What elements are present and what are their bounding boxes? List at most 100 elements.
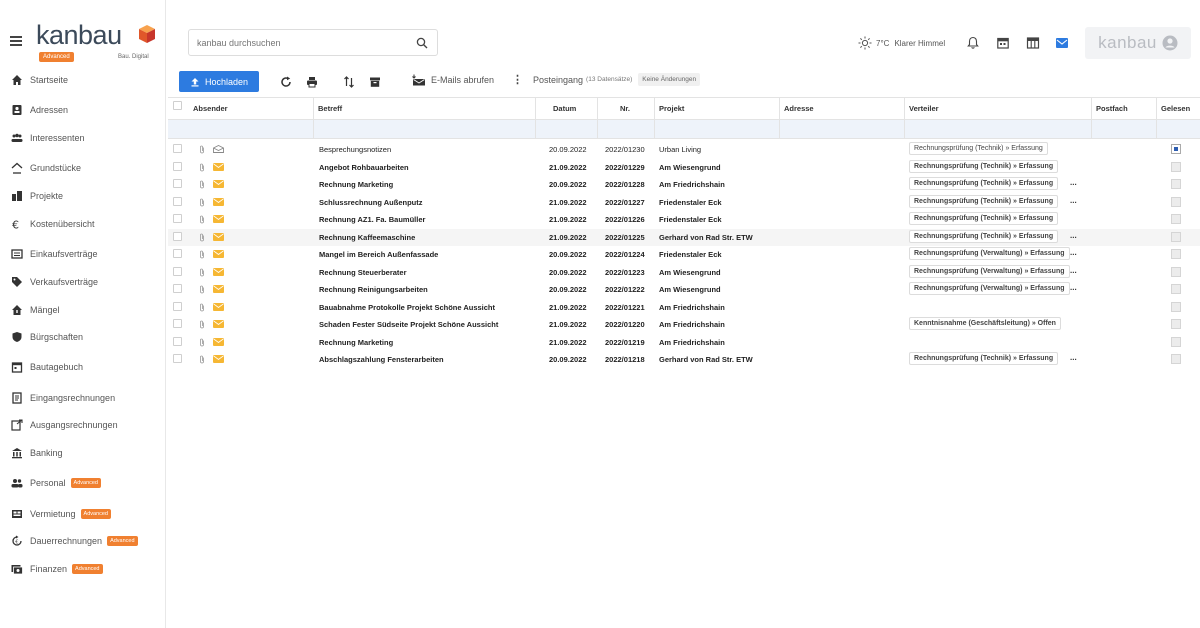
table-row[interactable]: Rechnung AZ1. Fa. Baumüller 21.09.2022 202… [168, 211, 1200, 229]
table-row[interactable]: Mangel im Bereich Außenfassade 20.09.2022… [168, 246, 1200, 264]
table-row[interactable]: Schlussrechnung Außenputz 21.09.2022 2022/… [168, 194, 1200, 212]
read-checkbox[interactable] [1171, 231, 1181, 242]
row-subject[interactable]: Rechnung Kaffeemaschine [319, 233, 415, 242]
mail-inbox-icon[interactable] [1055, 36, 1069, 50]
distributor-tag[interactable]: Rechnungsprüfung (Technik) » Erfassung [909, 177, 1059, 190]
fetch-emails-button[interactable]: E-Mails abrufen [412, 74, 494, 86]
column-header-subject[interactable]: Betreff [318, 104, 342, 113]
more-distributors[interactable]: ... [1070, 266, 1077, 275]
more-distributors[interactable]: ... [1070, 231, 1077, 240]
sidebar-item-personal[interactable]: Personal Advanced [10, 473, 101, 493]
archive-icon[interactable] [369, 75, 381, 87]
read-checkbox[interactable] [1171, 179, 1181, 189]
read-checkbox[interactable] [1171, 301, 1181, 312]
more-distributors[interactable]: ... [1070, 283, 1077, 292]
row-checkbox[interactable] [173, 196, 182, 206]
row-subject[interactable]: Rechnung AZ1. Fa. Baumüller [319, 215, 425, 224]
column-header-address[interactable]: Adresse [784, 104, 814, 113]
sidebar-item-dauerrechnungen[interactable]: € Dauerrechnungen Advanced [10, 531, 138, 551]
select-all-checkbox[interactable] [173, 101, 182, 110]
sidebar-item-startseite[interactable]: Startseite [10, 70, 68, 90]
distributor-tag[interactable]: Rechnungsprüfung (Technik) » Erfassung [909, 229, 1059, 243]
row-checkbox[interactable] [173, 284, 182, 293]
filter-row[interactable] [168, 120, 1200, 139]
logo[interactable]: kanbau Advanced Bau. Digital [36, 20, 166, 62]
row-checkbox[interactable] [173, 319, 182, 328]
distributor-tag[interactable]: Rechnungsprüfung (Verwaltung) » Erfassun… [909, 247, 1070, 260]
row-subject[interactable]: Schlussrechnung Außenputz [319, 198, 422, 207]
calendar-icon[interactable] [996, 36, 1010, 50]
refresh-icon[interactable] [280, 75, 292, 87]
table-row[interactable]: Rechnung Marketing 20.09.2022 2022/01228 Am… [168, 176, 1200, 194]
distributor-tag[interactable]: Rechnungsprüfung (Verwaltung) » Erfassun… [909, 264, 1070, 278]
row-checkbox[interactable] [173, 301, 182, 311]
sidebar-item-finanzen[interactable]: Finanzen Advanced [10, 559, 103, 579]
table-view-icon[interactable] [1026, 36, 1040, 50]
column-header-project[interactable]: Projekt [659, 104, 684, 113]
row-subject[interactable]: Schaden Fester Südseite Projekt Schöne A… [319, 320, 498, 329]
more-distributors[interactable]: ... [1070, 353, 1077, 362]
table-row[interactable]: Schaden Fester Südseite Projekt Schöne A… [168, 316, 1200, 334]
sidebar-item-vermietung[interactable]: Vermietung Advanced [10, 504, 111, 524]
read-checkbox[interactable] [1171, 319, 1181, 329]
distributor-tag[interactable]: Rechnungsprüfung (Technik) » Erfassung [909, 212, 1059, 225]
sidebar-item-bautagebuch[interactable]: Bautagebuch [10, 357, 83, 377]
row-subject[interactable]: Rechnung Reinigungsarbeiten [319, 285, 428, 294]
print-icon[interactable] [306, 75, 318, 88]
sidebar-item-maengel[interactable]: Mängel [10, 300, 60, 320]
row-checkbox[interactable] [173, 354, 182, 363]
row-checkbox[interactable] [173, 144, 182, 153]
table-row[interactable]: Bauabnahme Protokolle Projekt Schöne Aus… [168, 299, 1200, 317]
more-distributors[interactable]: ... [1070, 248, 1077, 257]
sidebar-item-adressen[interactable]: Adressen [10, 100, 68, 120]
column-header-mailbox[interactable]: Postfach [1096, 104, 1128, 113]
sidebar-item-verkaufsvertraege[interactable]: Verkaufsverträge [10, 272, 98, 292]
search-input[interactable] [189, 37, 404, 48]
read-checkbox[interactable] [1171, 249, 1181, 259]
more-options-icon[interactable]: ⋮ [512, 73, 523, 86]
user-account-button[interactable]: kanbau [1085, 27, 1191, 59]
row-subject[interactable]: Mangel im Bereich Außenfassade [319, 250, 438, 259]
read-checkbox[interactable] [1171, 161, 1181, 172]
column-header-number[interactable]: Nr. [620, 104, 630, 113]
read-checkbox[interactable] [1171, 214, 1181, 224]
read-checkbox[interactable] [1171, 144, 1181, 154]
sort-icon[interactable] [343, 75, 355, 88]
sidebar-item-einkaufsvertraege[interactable]: Einkaufsverträge [10, 244, 98, 264]
upload-button[interactable]: Hochladen [179, 71, 259, 92]
row-subject[interactable]: Abschlagszahlung Fensterarbeiten [319, 355, 444, 364]
sidebar-item-buergschaften[interactable]: Bürgschaften [10, 327, 83, 347]
read-checkbox[interactable] [1171, 196, 1181, 207]
row-subject[interactable]: Angebot Rohbauarbeiten [319, 163, 409, 172]
table-row[interactable]: Rechnung Marketing 21.09.2022 2022/01219 Am… [168, 334, 1200, 352]
row-subject[interactable]: Bauabnahme Protokolle Projekt Schöne Aus… [319, 303, 495, 312]
more-distributors[interactable]: ... [1070, 178, 1077, 187]
sidebar-item-projekte[interactable]: Projekte [10, 186, 63, 206]
sidebar-item-ausgangsrechnungen[interactable]: Ausgangsrechnungen [10, 415, 118, 435]
column-header-sender[interactable]: Absender [193, 104, 228, 113]
sidebar-item-grundstuecke[interactable]: Grundstücke [10, 158, 81, 178]
read-checkbox[interactable] [1171, 266, 1181, 277]
row-checkbox[interactable] [173, 179, 182, 188]
distributor-tag[interactable]: Rechnungsprüfung (Technik) » Erfassung [909, 142, 1048, 155]
notification-bell-icon[interactable] [966, 36, 980, 50]
column-header-distributor[interactable]: Verteiler [909, 104, 939, 113]
row-checkbox[interactable] [173, 214, 182, 223]
row-checkbox[interactable] [173, 336, 182, 346]
row-checkbox[interactable] [173, 249, 182, 258]
read-checkbox[interactable] [1171, 336, 1181, 347]
row-checkbox[interactable] [173, 231, 182, 241]
row-subject[interactable]: Rechnung Marketing [319, 338, 393, 347]
column-header-read[interactable]: Gelesen [1161, 104, 1190, 113]
table-row[interactable]: Rechnung Reinigungsarbeiten 20.09.2022 202… [168, 281, 1200, 299]
distributor-tag[interactable]: Rechnungsprüfung (Technik) » Erfassung [909, 352, 1059, 365]
table-row[interactable]: Rechnung Kaffeemaschine 21.09.2022 2022/01… [168, 228, 1200, 246]
sidebar-item-interessenten[interactable]: Interessenten [10, 128, 85, 148]
table-row[interactable]: Abschlagszahlung Fensterarbeiten 20.09.20… [168, 351, 1200, 369]
table-row[interactable]: Angebot Rohbauarbeiten 21.09.2022 2022/012… [168, 159, 1200, 177]
row-subject[interactable]: Besprechungsnotizen [319, 145, 391, 154]
table-row[interactable]: Rechnung Steuerberater 20.09.2022 2022/012… [168, 264, 1200, 282]
table-row[interactable]: Besprechungsnotizen 20.09.2022 2022/01230 U… [168, 141, 1200, 159]
sidebar-item-eingangsrechnungen[interactable]: Eingangsrechnungen [10, 388, 115, 408]
read-checkbox[interactable] [1171, 354, 1181, 364]
